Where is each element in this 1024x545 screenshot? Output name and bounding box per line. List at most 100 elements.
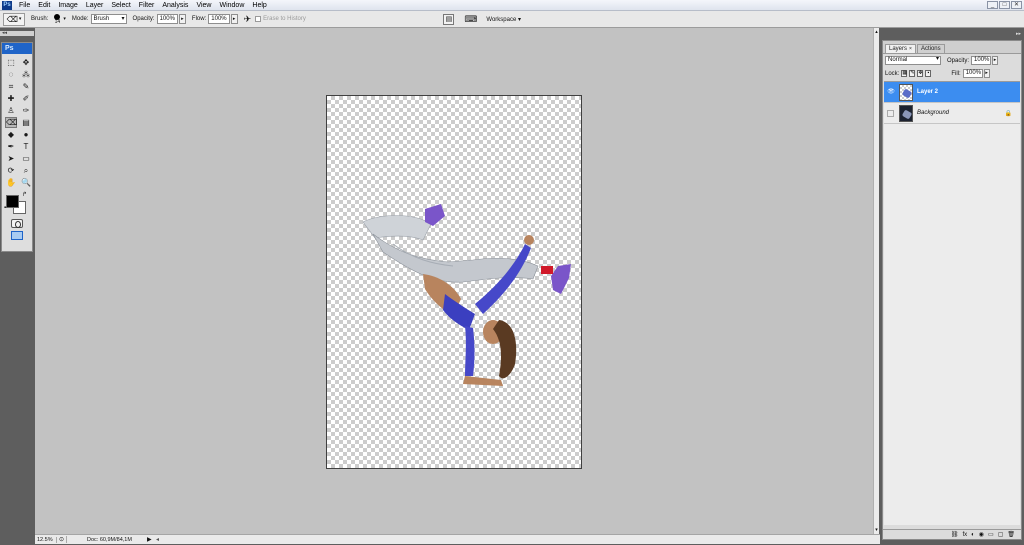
pen-icon[interactable]: ✒ [5,141,17,152]
status-icon[interactable]: ⊙ [57,536,67,543]
eyedropper-icon[interactable]: ✎ [20,81,32,92]
marquee-icon[interactable]: ⬚ [5,57,17,68]
crop-icon[interactable]: ⌗ [5,81,17,92]
options-right-group: ▤ ⌨ Workspace ▾ [443,13,524,25]
screen-mode-button[interactable] [11,231,23,240]
path-select-icon[interactable]: ➤ [5,153,17,164]
blur-icon[interactable]: ◆ [5,129,17,140]
flow-slider-button[interactable]: ▸ [230,14,238,24]
menu-window[interactable]: Window [215,0,248,11]
collapse-panels-icon[interactable]: ▸▸ [1016,31,1021,37]
opacity-input[interactable]: 100% [156,14,178,24]
menu-image[interactable]: Image [54,0,81,11]
dancer-image [362,204,571,386]
lock-transparent-icon[interactable]: ▦ [901,70,908,77]
erase-to-history-label: Erase to History [263,16,306,22]
healing-icon[interactable]: ✚ [5,93,17,104]
swap-colors-icon[interactable]: ↱ [22,191,27,198]
doc-size-info: Doc: 60,9M/84,1M [87,536,132,543]
delete-layer-icon[interactable]: 🗑 [1007,531,1015,538]
layer-opacity-slider-button[interactable]: ▸ [992,56,999,65]
history-brush-icon[interactable]: ✑ [20,105,32,116]
visibility-toggle[interactable] [887,109,894,117]
flow-label: Flow: [191,16,207,22]
app-logo[interactable]: Ps [2,0,12,10]
panel-dock-header: ▸▸ [880,28,1024,40]
foreground-color-swatch[interactable] [6,195,19,208]
layer-row-layer-2[interactable]: 👁 Layer 2 [884,82,1020,103]
menu-view[interactable]: View [192,0,215,11]
opacity-slider-button[interactable]: ▸ [178,14,186,24]
chevron-down-icon: ▾ [18,16,22,22]
gradient-icon[interactable]: ▤ [20,117,32,128]
bridge-icon[interactable]: ⌨ [464,14,477,25]
minimize-button[interactable]: _ [987,1,998,9]
vertical-scrollbar[interactable]: ▴ ▾ [873,28,879,534]
menu-help[interactable]: Help [248,0,270,11]
workspace-menu[interactable]: Workspace ▾ [483,15,524,24]
scroll-left-icon[interactable]: ◂ [156,536,159,543]
layers-list: 👁 Layer 2 Background 🔒 [884,81,1020,525]
tab-actions-label: Actions [920,46,941,52]
dodge-icon[interactable]: ● [20,129,32,140]
zoom-icon[interactable]: 🔍 [20,177,32,188]
fill-input[interactable]: 100% [962,69,983,78]
eraser-icon[interactable]: ⌫ [5,117,17,128]
menu-file[interactable]: File [15,0,34,11]
options-bar: ⌫▾ Brush: 14 ▾ Mode: Brush Opacity: 100%… [0,11,1024,28]
brush-picker[interactable]: 14 [51,13,63,26]
tool-preset-picker[interactable]: ⌫ ▾ [3,12,25,26]
hand-icon[interactable]: ✋ [5,177,17,188]
3d-rotate-icon[interactable]: ⟳ [5,165,17,176]
fx-icon[interactable]: fx [962,532,967,538]
lasso-icon[interactable]: ◌ [5,69,17,80]
move-icon[interactable]: ✥ [20,57,32,68]
mode-select[interactable]: Brush [90,14,127,24]
erase-to-history-checkbox[interactable] [255,16,262,22]
new-layer-icon[interactable]: ▢ [998,531,1004,538]
maximize-button[interactable]: □ [999,1,1010,9]
3d-camera-icon[interactable]: ⌕ [20,165,32,176]
color-swatches: ↱ ▪ [2,191,32,215]
layer-opacity-input[interactable]: 100% [971,56,992,65]
blend-mode-select[interactable]: Normal [885,56,941,65]
new-group-icon[interactable]: ▭ [988,531,994,538]
quick-mask-button[interactable] [11,219,23,228]
shape-icon[interactable]: ▭ [20,153,32,164]
menu-select[interactable]: Select [107,0,134,11]
menu-layer[interactable]: Layer [82,0,108,11]
tools-collapse-toggle[interactable]: ◂◂ [0,31,34,36]
layer-row-background[interactable]: Background 🔒 [884,103,1020,124]
link-layers-icon[interactable]: ⛓ [951,531,959,538]
menu-edit[interactable]: Edit [34,0,54,11]
scroll-up-icon[interactable]: ▴ [874,29,879,35]
menu-filter[interactable]: Filter [135,0,159,11]
type-icon[interactable]: T [20,141,32,152]
clone-stamp-icon[interactable]: ♙ [5,105,17,116]
tab-layers[interactable]: Layers × [885,44,916,53]
tab-actions[interactable]: Actions [916,44,945,53]
status-bar: 12.5% ⊙ Doc: 60,9M/84,1M ▶ ◂ [35,534,880,544]
airbrush-icon[interactable]: ✈ [244,14,252,25]
zoom-level[interactable]: 12.5% [35,536,57,543]
magic-wand-icon[interactable]: ⁂ [20,69,32,80]
close-button[interactable]: ✕ [1011,1,1022,9]
brush-label: Brush: [31,16,49,22]
status-menu-arrow-icon[interactable]: ▶ [147,536,153,543]
lock-position-icon[interactable]: ✥ [917,70,924,77]
fill-slider-button[interactable]: ▸ [983,69,990,78]
lock-all-icon[interactable]: ▪ [925,70,932,77]
lock-image-icon[interactable]: ✎ [909,70,916,77]
brush-chevron-icon[interactable]: ▾ [63,16,66,22]
scroll-down-icon[interactable]: ▾ [874,527,879,533]
flow-input[interactable]: 100% [208,14,230,24]
eye-icon[interactable]: 👁 [886,87,896,97]
document-canvas[interactable] [326,95,582,469]
toggle-brushes-panel-icon[interactable]: ▤ [443,13,455,25]
add-mask-icon[interactable]: ◐ [971,532,975,538]
close-icon[interactable]: × [909,46,912,52]
panel-tabs: Layers × Actions [883,41,1021,54]
adjustment-layer-icon[interactable]: ◉ [979,531,984,538]
menu-analysis[interactable]: Analysis [158,0,192,11]
brush-icon[interactable]: ✐ [20,93,32,104]
